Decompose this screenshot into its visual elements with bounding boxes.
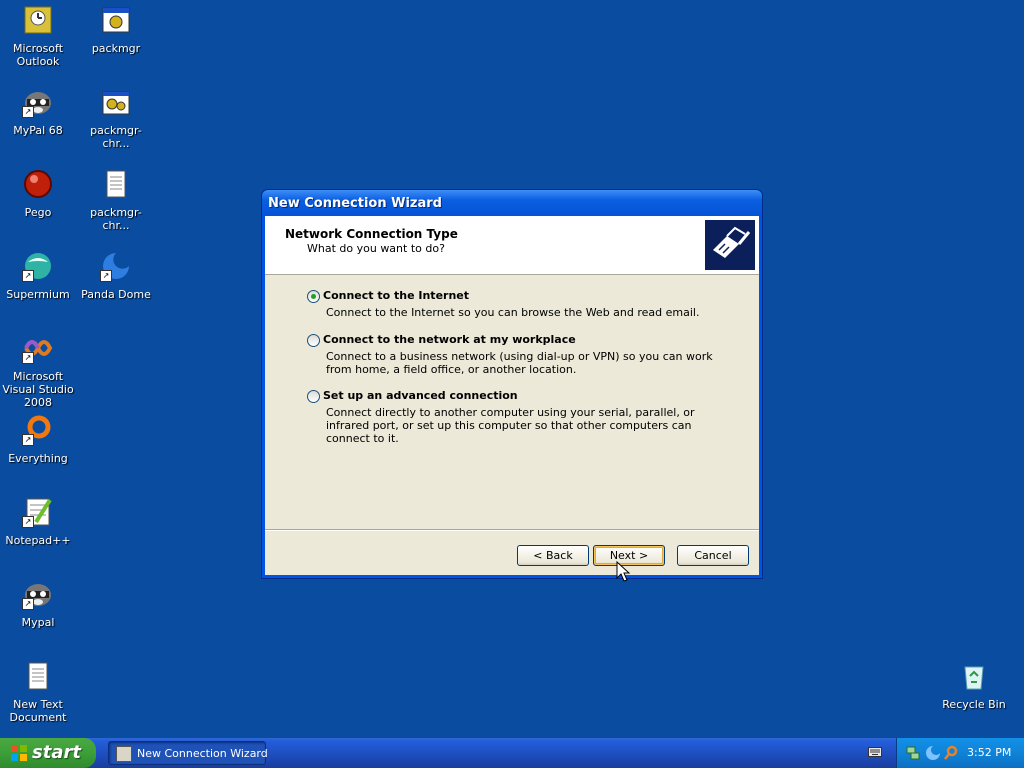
wizard-app-icon	[116, 746, 132, 762]
shortcut-arrow-icon: ↗	[22, 352, 34, 364]
shortcut-arrow-icon: ↗	[22, 434, 34, 446]
window-title: New Connection Wizard	[268, 196, 442, 211]
outlook-icon	[22, 4, 54, 36]
wizard-header-subtitle: What do you want to do?	[307, 242, 445, 255]
shortcut-arrow-icon: ↗	[100, 270, 112, 282]
batch-file-icon	[100, 86, 132, 118]
system-tray: 3:52 PM	[896, 738, 1024, 768]
start-label: start	[32, 742, 81, 763]
new-connection-wizard-window: New Connection Wizard Network Connection…	[262, 190, 762, 578]
desktop-icon-label: packmgr	[91, 42, 141, 55]
window-titlebar[interactable]: New Connection Wizard	[262, 190, 762, 216]
raccoon-icon: ↗	[22, 578, 54, 610]
option-description: Connect to the Internet so you can brows…	[326, 306, 700, 319]
keyboard-icon[interactable]	[868, 747, 882, 757]
desktop-icon-panda-dome[interactable]: ↗ Panda Dome	[78, 250, 154, 301]
desktop-icon-label: packmgr-chr...	[90, 124, 142, 150]
shortcut-arrow-icon: ↗	[22, 106, 34, 118]
panda-tray-icon[interactable]	[925, 745, 941, 761]
desktop-icon-packmgr-chr-batch[interactable]: packmgr-chr...	[78, 86, 154, 150]
option-label: Connect to the Internet	[323, 289, 470, 302]
text-file-icon	[22, 660, 54, 692]
option-description: Connect to a business network (using dia…	[326, 350, 713, 376]
desktop-icon-microsoft-outlook[interactable]: Microsoft Outlook	[0, 4, 76, 68]
text-file-icon	[100, 168, 132, 200]
wizard-header: Network Connection Type What do you want…	[265, 216, 759, 275]
desktop-icon-label: Everything	[8, 452, 68, 465]
wizard-header-title: Network Connection Type	[285, 227, 458, 241]
option-label: Set up an advanced connection	[323, 389, 518, 402]
desktop-icon-mypal-68[interactable]: ↗ MyPal 68	[0, 86, 76, 137]
shortcut-arrow-icon: ↗	[22, 598, 34, 610]
radio-connect-workplace[interactable]	[307, 334, 320, 347]
desktop-icon-mypal[interactable]: ↗ Mypal	[0, 578, 76, 629]
network-tray-icon[interactable]	[905, 745, 921, 761]
taskbar-button-label: New Connection Wizard	[137, 747, 268, 760]
desktop-icon-label: Microsoft Visual Studio 2008	[2, 370, 74, 409]
windows-logo-icon	[10, 744, 28, 762]
taskbar-button-new-connection-wizard[interactable]: New Connection Wizard	[108, 741, 268, 765]
option-label: Connect to the network at my workplace	[323, 333, 576, 346]
desktop-icon-label: Supermium	[6, 288, 70, 301]
desktop-icon-packmgr-chr-text[interactable]: packmgr-chr...	[78, 168, 154, 232]
desktop-icon-pego[interactable]: Pego	[0, 168, 76, 219]
mouse-cursor-icon	[616, 561, 630, 582]
visual-studio-icon: ↗	[22, 332, 54, 364]
button-separator	[265, 529, 759, 531]
desktop-icon-label: Microsoft Outlook	[12, 42, 64, 68]
search-tray-icon[interactable]	[943, 745, 959, 761]
panda-dome-icon: ↗	[100, 250, 132, 282]
desktop-icon-label: Pego	[24, 206, 52, 219]
app-window-icon	[100, 4, 132, 36]
radio-connect-internet[interactable]	[307, 290, 320, 303]
desktop-icon-label: New Text Document	[9, 698, 67, 724]
radio-advanced-connection[interactable]	[307, 390, 320, 403]
desktop-icon-label: Notepad++	[5, 534, 71, 547]
wizard-client-area: Network Connection Type What do you want…	[265, 216, 759, 575]
raccoon-icon: ↗	[22, 86, 54, 118]
clock[interactable]: 3:52 PM	[967, 746, 1011, 759]
desktop-icon-label: Recycle Bin	[942, 698, 1006, 711]
desktop-icon-new-text-document[interactable]: New Text Document	[0, 660, 76, 724]
everything-search-icon: ↗	[22, 414, 54, 446]
desktop-icon-notepad-plus-plus[interactable]: ↗ Notepad++	[0, 496, 76, 547]
desktop-icon-packmgr[interactable]: packmgr	[78, 4, 154, 55]
desktop-icon-everything[interactable]: ↗ Everything	[0, 414, 76, 465]
desktop: Microsoft Outlook ↗ MyPal 68 Pego ↗ Supe…	[0, 0, 1024, 738]
start-button[interactable]: start	[0, 738, 96, 768]
cancel-button[interactable]: Cancel	[677, 545, 749, 566]
network-cable-icon	[705, 220, 755, 270]
desktop-icon-label: Mypal	[21, 616, 55, 629]
desktop-icon-label: MyPal 68	[13, 124, 63, 137]
shortcut-arrow-icon: ↗	[22, 270, 34, 282]
desktop-icon-supermium[interactable]: ↗ Supermium	[0, 250, 76, 301]
supermium-icon: ↗	[22, 250, 54, 282]
desktop-icon-visual-studio-2008[interactable]: ↗ Microsoft Visual Studio 2008	[0, 332, 76, 409]
desktop-icon-recycle-bin[interactable]: Recycle Bin	[936, 660, 1012, 711]
option-description: Connect directly to another computer usi…	[326, 406, 695, 445]
notepad-plus-plus-icon: ↗	[22, 496, 54, 528]
taskbar: start New Connection Wizard 3:52 PM	[0, 738, 1024, 768]
red-orb-icon	[22, 168, 54, 200]
shortcut-arrow-icon: ↗	[22, 516, 34, 528]
desktop-icon-label: Panda Dome	[81, 288, 151, 301]
back-button[interactable]: < Back	[517, 545, 589, 566]
desktop-icon-label: packmgr-chr...	[90, 206, 142, 232]
recycle-bin-icon	[958, 660, 990, 692]
